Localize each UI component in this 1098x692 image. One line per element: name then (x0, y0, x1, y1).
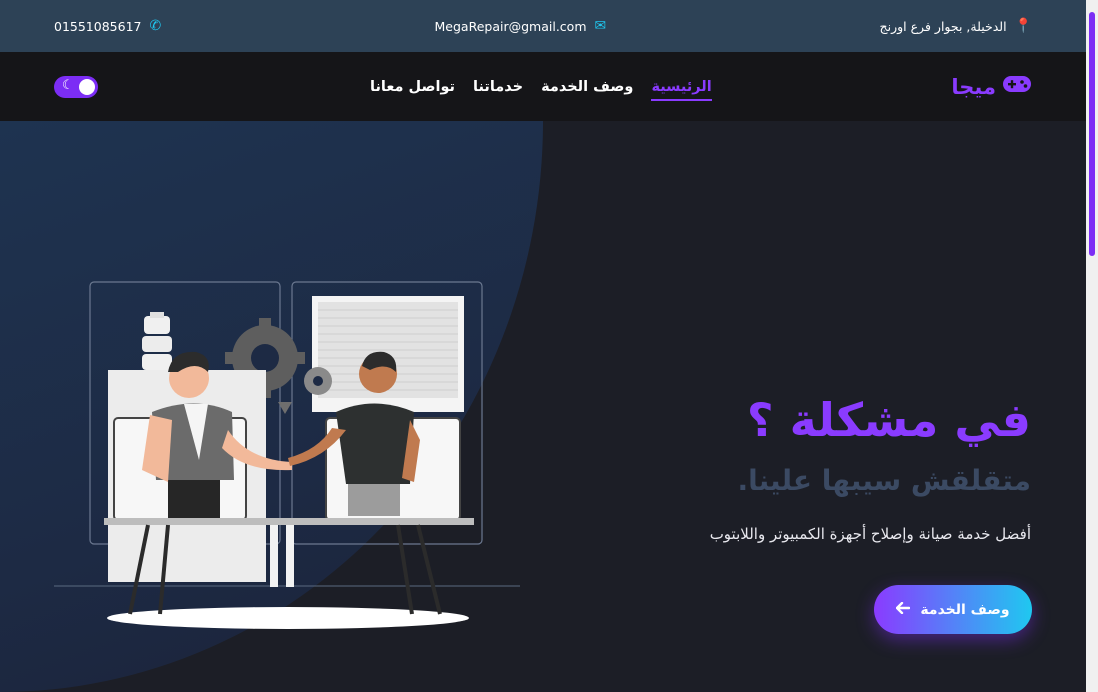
email-contact[interactable]: MegaRepair@gmail.com ✉ (435, 18, 607, 34)
nav-service-description[interactable]: وصف الخدمة (541, 73, 633, 101)
map-pin-icon: 📍 (1014, 18, 1032, 34)
small-gear-icon (304, 367, 332, 395)
envelope-icon: ✉ (594, 18, 607, 34)
nav-services[interactable]: خدماتنا (473, 73, 523, 101)
top-info-bar: 01551085617 ✆ MegaRepair@gmail.com ✉ الد… (0, 0, 1086, 52)
scrollbar-thumb[interactable] (1089, 12, 1095, 256)
page-scrollbar[interactable] (1086, 0, 1098, 692)
moon-icon: ☾ (62, 78, 74, 93)
arrow-left-icon (896, 601, 911, 618)
hero-title: في مشكلة ؟ (746, 393, 1031, 447)
logo-text: ميجا (951, 74, 996, 99)
hero-subtitle: متقلقش سيبها علينا. (737, 464, 1031, 497)
hero-description: أفضل خدمة صيانة وإصلاح أجهزة الكمبيوتر و… (709, 525, 1031, 543)
cta-label: وصف الخدمة (920, 601, 1010, 618)
main-navbar: ☾ الرئيسية وصف الخدمة خدماتنا تواصل معان… (0, 52, 1086, 121)
nav-home[interactable]: الرئيسية (651, 73, 712, 101)
gamepad-icon (1002, 74, 1032, 99)
nav-links: الرئيسية وصف الخدمة خدماتنا تواصل معانا (370, 52, 712, 121)
phone-number: 01551085617 (54, 18, 142, 34)
phone-contact[interactable]: 01551085617 ✆ (54, 18, 161, 34)
theme-toggle[interactable]: ☾ (54, 76, 98, 98)
address-contact: الدخيلة, بجوار فرع اورنج 📍 (880, 18, 1032, 34)
toggle-knob (79, 79, 95, 95)
site-logo[interactable]: ميجا (951, 52, 1032, 121)
shelf-bottles (142, 312, 172, 370)
phone-icon: ✆ (149, 18, 162, 34)
address-text: الدخيلة, بجوار فرع اورنج (879, 18, 1007, 34)
service-description-button[interactable]: وصف الخدمة (874, 585, 1032, 634)
email-address: MegaRepair@gmail.com (434, 18, 587, 34)
handshake-illustration (54, 281, 520, 629)
nav-contact[interactable]: تواصل معانا (370, 73, 455, 101)
